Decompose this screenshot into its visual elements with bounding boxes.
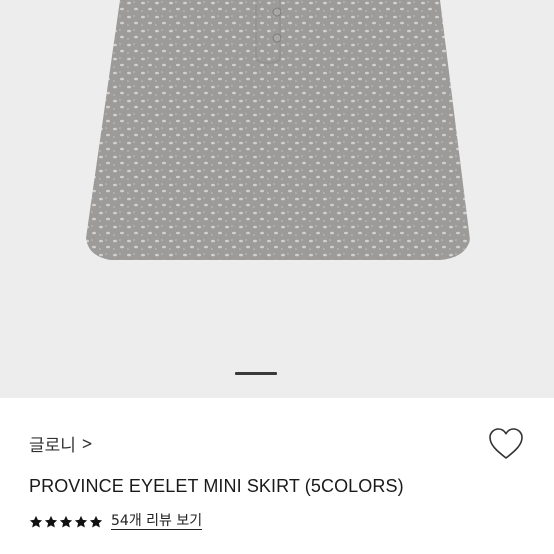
product-info: 글로니 > PROVINCE EYELET MINI SKIRT (5COLOR… <box>0 398 554 554</box>
chevron-right-icon: > <box>81 433 93 454</box>
star-filled-icon <box>89 515 103 528</box>
star-filled-icon <box>74 515 88 528</box>
gallery-active-indicator <box>235 372 277 375</box>
product-image-gallery[interactable] <box>0 0 554 398</box>
star-filled-icon <box>59 515 73 528</box>
brand-link[interactable]: 글로니 > <box>29 431 94 457</box>
heart-outline-icon[interactable] <box>487 426 525 462</box>
product-title: PROVINCE EYELET MINI SKIRT (5COLORS) <box>29 476 404 496</box>
rating-row: 54개 리뷰 보기 <box>29 514 203 530</box>
star-filled-icon <box>44 515 58 528</box>
product-photo-skirt <box>86 0 470 260</box>
star-filled-icon <box>29 515 43 528</box>
rating-stars <box>29 515 103 529</box>
review-link[interactable]: 54개 리뷰 보기 <box>111 514 203 530</box>
brand-name: 글로니 <box>29 436 76 456</box>
